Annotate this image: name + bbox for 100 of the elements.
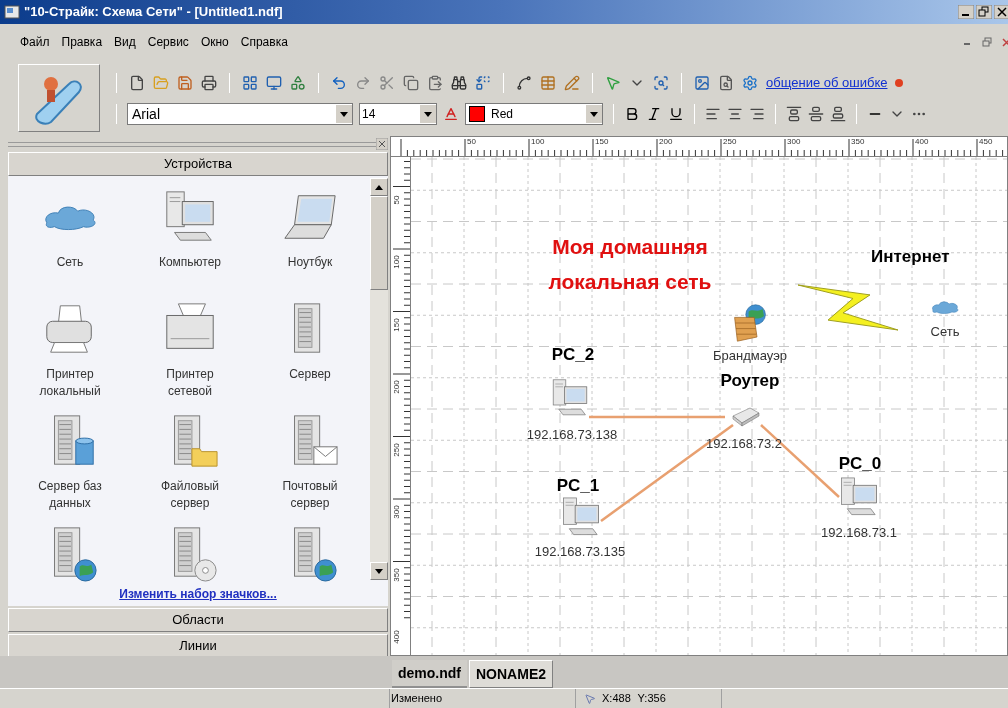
node-caption: 192.168.73.1 [821, 524, 897, 542]
scrollbar[interactable] [370, 178, 388, 580]
font-size-dropdown[interactable]: 14 [359, 103, 437, 125]
restore-icon[interactable] [976, 5, 992, 19]
menu-item[interactable]: Сервис [147, 33, 189, 51]
zoom-icon[interactable] [653, 75, 669, 91]
node-caption: 192.168.73.135 [534, 543, 626, 561]
panel-header[interactable]: Устройства [8, 152, 388, 176]
undo-icon[interactable] [331, 75, 347, 91]
status-dot-icon [895, 79, 904, 87]
copy-icon[interactable] [403, 75, 419, 91]
device-label[interactable]: Сервер [267, 366, 353, 383]
change-icons-link[interactable]: Изменить набор значков... [119, 585, 277, 603]
report-link[interactable]: общение об ошибке [766, 73, 888, 93]
ruler-label: 400 [392, 629, 402, 645]
device-label[interactable]: Компьютер [147, 254, 233, 271]
cursor-coordinates: X:488 Y:356 [602, 691, 666, 707]
monitor-icon[interactable] [266, 75, 282, 91]
menu-item[interactable]: Окно [200, 33, 229, 51]
caret-icon [336, 105, 352, 123]
ruler-label: 200 [659, 137, 673, 147]
node-name: PC_2 [551, 344, 595, 366]
ruler-label: 350 [851, 137, 865, 147]
menu-item[interactable]: Вид [114, 33, 136, 51]
node-caption: 192.168.73.2 [706, 435, 782, 453]
node-caption: Брандмауэр [713, 347, 787, 365]
align-bottom-icon[interactable] [830, 106, 846, 122]
table-icon[interactable] [540, 75, 556, 91]
device-label[interactable]: Файловый сервер [147, 478, 233, 512]
caret-icon [420, 105, 436, 123]
status-text: Изменено [390, 691, 442, 707]
panel-section-header[interactable]: Линии [8, 634, 388, 658]
diagram-label: Интернет [871, 246, 950, 268]
document-tab[interactable]: NONAME2 [469, 660, 553, 688]
ruler-label: 150 [392, 316, 402, 333]
align-right-icon[interactable] [749, 106, 765, 122]
document-tab[interactable]: demo.ndf [392, 660, 467, 688]
pointer-icon[interactable] [605, 75, 621, 91]
underline-icon[interactable] [668, 106, 684, 122]
print-preview-icon[interactable] [718, 75, 734, 91]
device-label[interactable]: Почтовый сервер [267, 478, 353, 512]
align-top-icon[interactable] [786, 106, 802, 122]
ruler-label: 250 [392, 441, 402, 458]
menu-item[interactable]: Правка [61, 33, 103, 51]
ruler-label: 400 [915, 137, 929, 147]
align-left-icon[interactable] [705, 106, 721, 122]
italic-icon[interactable] [646, 106, 662, 122]
ruler-label: 50 [467, 137, 476, 147]
panel-section-header[interactable]: Области [8, 608, 388, 632]
align-middle-icon[interactable] [808, 106, 824, 122]
print-icon[interactable] [201, 75, 217, 91]
settings-icon[interactable] [742, 75, 758, 91]
save-icon[interactable] [177, 75, 193, 91]
replace-icon[interactable] [475, 75, 491, 91]
grid-icon[interactable] [242, 75, 258, 91]
scissors-icon[interactable] [379, 75, 395, 91]
shapes-icon[interactable] [290, 75, 306, 91]
node-caption: 192.168.73.138 [526, 426, 618, 444]
picture-icon[interactable] [694, 75, 710, 91]
ruler-label: 200 [392, 379, 402, 395]
device-label[interactable]: Ноутбук [267, 254, 353, 271]
bold-icon[interactable] [624, 106, 640, 122]
menu-item[interactable]: Справка [240, 33, 288, 51]
down-arrow-icon [375, 568, 383, 574]
device-label[interactable]: Принтер сетевой [147, 366, 233, 400]
caret-icon [586, 105, 602, 123]
scrollbar-thumb[interactable] [370, 196, 388, 290]
app-icon [4, 4, 20, 20]
binoculars-icon[interactable] [451, 75, 467, 91]
font-dropdown[interactable]: Arial [127, 103, 353, 125]
ruler-label: 250 [723, 137, 737, 147]
diagram-heading: Моя домашняя локальная сеть [547, 234, 713, 295]
new-file-icon[interactable] [129, 75, 145, 91]
ruler-label: 150 [595, 137, 609, 147]
ruler-label: 350 [392, 566, 402, 583]
node-name: Роутер [720, 370, 780, 392]
close-icon[interactable] [994, 5, 1008, 19]
paste-icon[interactable] [427, 75, 443, 91]
font-color-icon[interactable] [443, 106, 459, 122]
ruler-label: 300 [787, 137, 801, 147]
color-dropdown[interactable]: Red [465, 103, 603, 125]
node-caption: Сеть [930, 323, 960, 341]
align-center-icon[interactable] [727, 106, 743, 122]
minimize-icon[interactable] [958, 5, 974, 19]
node-name: PC_1 [556, 475, 600, 497]
app-logo-button[interactable] [18, 64, 100, 132]
window-title: "10-Страйк: Схема Сети" - [Untitled1.ndf] [24, 3, 283, 22]
device-label[interactable]: Сервер баз данных [27, 478, 113, 512]
node-name: PC_0 [838, 453, 882, 475]
pencil-icon[interactable] [564, 75, 580, 91]
cursor-icon [584, 692, 596, 705]
ruler-label: 450 [979, 137, 993, 147]
connector-icon[interactable] [516, 75, 532, 91]
device-label[interactable]: Принтер локальный [27, 366, 113, 400]
up-arrow-icon [375, 184, 383, 190]
device-label[interactable]: Сеть [27, 254, 113, 271]
menu-item[interactable]: Файл [20, 33, 50, 51]
ruler-label: 300 [392, 504, 402, 520]
redo-icon[interactable] [355, 75, 371, 91]
ruler-label: 100 [392, 254, 402, 270]
